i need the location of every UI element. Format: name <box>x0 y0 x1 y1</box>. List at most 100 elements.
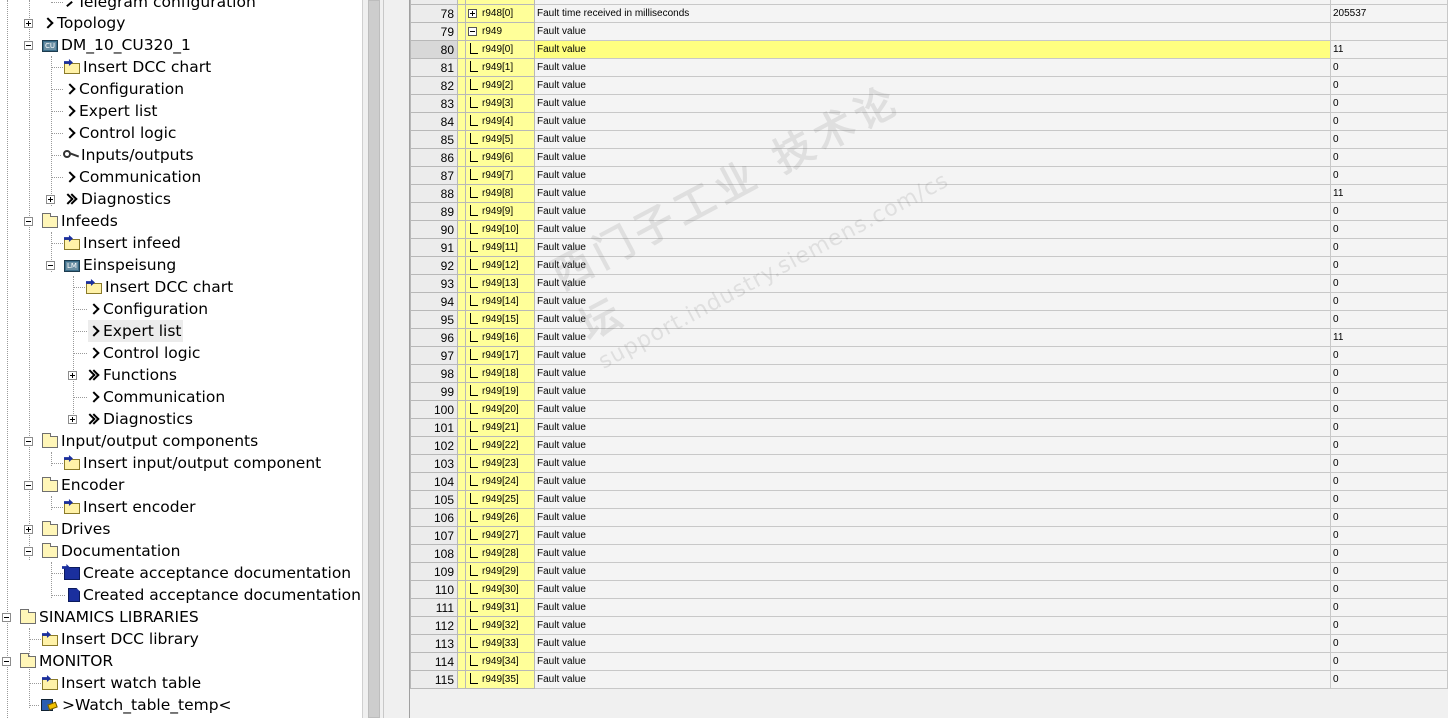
tree-item-einspeisung-expert-list[interactable]: Expert list <box>88 320 184 342</box>
value-cell[interactable]: 0 <box>1330 562 1448 581</box>
table-row[interactable]: 111 r949[31] Fault value 0 <box>410 598 1448 617</box>
table-row[interactable]: 85 r949[5] Fault value 0 <box>410 130 1448 149</box>
parameter-cell[interactable]: r949[23] <box>465 454 535 473</box>
value-cell[interactable]: 0 <box>1330 148 1448 167</box>
collapse-einspeisung-toggle[interactable] <box>46 261 55 270</box>
parameter-cell[interactable]: r949[9] <box>465 202 535 221</box>
table-row[interactable]: 114 r949[34] Fault value 0 <box>410 652 1448 671</box>
tree-item-sinamics-libraries[interactable]: SINAMICS LIBRARIES <box>20 606 199 628</box>
parameter-cell[interactable]: r949[4] <box>465 112 535 131</box>
table-row[interactable]: 80 r949[0] Fault value 11 <box>410 40 1448 59</box>
table-row[interactable]: 88 r949[8] Fault value 11 <box>410 184 1448 203</box>
value-cell[interactable]: 0 <box>1330 364 1448 383</box>
parameter-cell[interactable]: r949[10] <box>465 220 535 239</box>
value-cell[interactable]: 0 <box>1330 490 1448 509</box>
parameter-cell[interactable]: r949[7] <box>465 166 535 185</box>
table-row[interactable]: 86 r949[6] Fault value 0 <box>410 148 1448 167</box>
parameter-cell[interactable]: r949[19] <box>465 382 535 401</box>
tree-item-create-acceptance-doc[interactable]: Create acceptance documentation <box>64 562 351 584</box>
table-row[interactable]: 96 r949[16] Fault value 11 <box>410 328 1448 347</box>
value-cell[interactable]: 11 <box>1330 184 1448 203</box>
tree-item-watch-table-temp[interactable]: >Watch_table_temp< <box>40 694 232 716</box>
table-row[interactable]: 113 r949[33] Fault value 0 <box>410 634 1448 653</box>
table-row[interactable]: 109 r949[29] Fault value 0 <box>410 562 1448 581</box>
value-cell[interactable]: 11 <box>1330 40 1448 59</box>
value-cell[interactable]: 0 <box>1330 670 1448 689</box>
expand-diagnostics-toggle[interactable] <box>46 195 55 204</box>
value-cell[interactable]: 0 <box>1330 292 1448 311</box>
parameter-cell[interactable]: r949[3] <box>465 94 535 113</box>
tree-item-monitor[interactable]: MONITOR <box>20 650 113 672</box>
parameter-cell[interactable]: r949[17] <box>465 346 535 365</box>
tree-item-insert-dcc-library[interactable]: Insert DCC library <box>42 628 199 650</box>
collapse-monitor-toggle[interactable] <box>2 657 11 666</box>
value-cell[interactable]: 0 <box>1330 256 1448 275</box>
tree-scrollbar-thumb[interactable] <box>368 0 380 718</box>
table-row[interactable]: 98 r949[18] Fault value 0 <box>410 364 1448 383</box>
table-row[interactable]: 87 r949[7] Fault value 0 <box>410 166 1448 185</box>
table-row[interactable]: 107 r949[27] Fault value 0 <box>410 526 1448 545</box>
expand-functions-toggle[interactable] <box>68 371 77 380</box>
parameter-cell[interactable]: r949[11] <box>465 238 535 257</box>
tree-item-topology[interactable]: Topology <box>42 12 125 34</box>
value-cell[interactable]: 0 <box>1330 310 1448 329</box>
value-cell[interactable]: 0 <box>1330 220 1448 239</box>
tree-item-dm10-cu320[interactable]: DM_10_CU320_1 <box>42 34 191 56</box>
parameter-cell[interactable]: r949[35] <box>465 670 535 689</box>
table-row[interactable]: 89 r949[9] Fault value 0 <box>410 202 1448 221</box>
table-row[interactable]: 82 r949[2] Fault value 0 <box>410 76 1448 95</box>
parameter-cell[interactable]: r949[16] <box>465 328 535 347</box>
table-row[interactable]: 78 r948[0] Fault time received in millisec… <box>410 4 1448 23</box>
tree-item-insert-dcc-chart[interactable]: Insert DCC chart <box>64 56 211 78</box>
tree-item-einspeisung[interactable]: Einspeisung <box>64 254 176 276</box>
table-row[interactable]: 93 r949[13] Fault value 0 <box>410 274 1448 293</box>
collapse-infeeds-toggle[interactable] <box>24 217 33 226</box>
parameter-cell[interactable]: r949[2] <box>465 76 535 95</box>
table-row[interactable]: 83 r949[3] Fault value 0 <box>410 94 1448 113</box>
table-row[interactable]: 100 r949[20] Fault value 0 <box>410 400 1448 419</box>
value-cell[interactable]: 11 <box>1330 328 1448 347</box>
parameter-cell[interactable]: r949[1] <box>465 58 535 77</box>
parameter-cell[interactable]: r949[31] <box>465 598 535 617</box>
tree-item-insert-watch-table[interactable]: Insert watch table <box>42 672 201 694</box>
parameter-cell[interactable]: r949[15] <box>465 310 535 329</box>
value-cell[interactable]: 0 <box>1330 202 1448 221</box>
value-cell[interactable]: 0 <box>1330 76 1448 95</box>
parameter-cell[interactable]: r949[27] <box>465 526 535 545</box>
table-row[interactable]: 95 r949[15] Fault value 0 <box>410 310 1448 329</box>
tree-item-einspeisung-communication[interactable]: Communication <box>88 386 225 408</box>
tree-item-einspeisung-configuration[interactable]: Configuration <box>88 298 208 320</box>
table-row[interactable]: 84 r949[4] Fault value 0 <box>410 112 1448 131</box>
tree-item-documentation[interactable]: Documentation <box>42 540 181 562</box>
table-row[interactable]: 94 r949[14] Fault value 0 <box>410 292 1448 311</box>
table-row[interactable]: 102 r949[22] Fault value 0 <box>410 436 1448 455</box>
parameter-cell[interactable]: r949[12] <box>465 256 535 275</box>
expand-topology-toggle[interactable] <box>24 19 33 28</box>
parameter-cell[interactable]: r949[25] <box>465 490 535 509</box>
value-cell[interactable]: 0 <box>1330 274 1448 293</box>
value-cell[interactable]: 0 <box>1330 346 1448 365</box>
tree-item-insert-encoder[interactable]: Insert encoder <box>64 496 196 518</box>
parameter-cell[interactable]: r949 <box>465 22 535 41</box>
value-cell[interactable]: 0 <box>1330 238 1448 257</box>
value-cell[interactable]: 0 <box>1330 508 1448 527</box>
parameter-cell[interactable]: r949[0] <box>465 40 535 59</box>
table-row[interactable]: 79 r949 Fault value <box>410 22 1448 41</box>
tree-item-einspeisung-insert-dcc-chart[interactable]: Insert DCC chart <box>86 276 233 298</box>
parameter-cell[interactable]: r949[6] <box>465 148 535 167</box>
tree-item-created-acceptance-doc[interactable]: Created acceptance documentation <box>68 584 361 606</box>
expand-einspeisung-diagnostics-toggle[interactable] <box>68 415 77 424</box>
parameter-cell[interactable]: r949[13] <box>465 274 535 293</box>
value-cell[interactable]: 0 <box>1330 652 1448 671</box>
value-cell[interactable]: 0 <box>1330 454 1448 473</box>
collapse-dm10-toggle[interactable] <box>24 41 33 50</box>
table-row[interactable]: 99 r949[19] Fault value 0 <box>410 382 1448 401</box>
table-row[interactable]: 110 r949[30] Fault value 0 <box>410 580 1448 599</box>
collapse-io-components-toggle[interactable] <box>24 437 33 446</box>
table-row[interactable]: 92 r949[12] Fault value 0 <box>410 256 1448 275</box>
value-cell[interactable]: 0 <box>1330 130 1448 149</box>
table-row[interactable]: 112 r949[32] Fault value 0 <box>410 616 1448 635</box>
collapse-encoder-toggle[interactable] <box>24 481 33 490</box>
value-cell[interactable]: 0 <box>1330 526 1448 545</box>
value-cell[interactable]: 0 <box>1330 616 1448 635</box>
